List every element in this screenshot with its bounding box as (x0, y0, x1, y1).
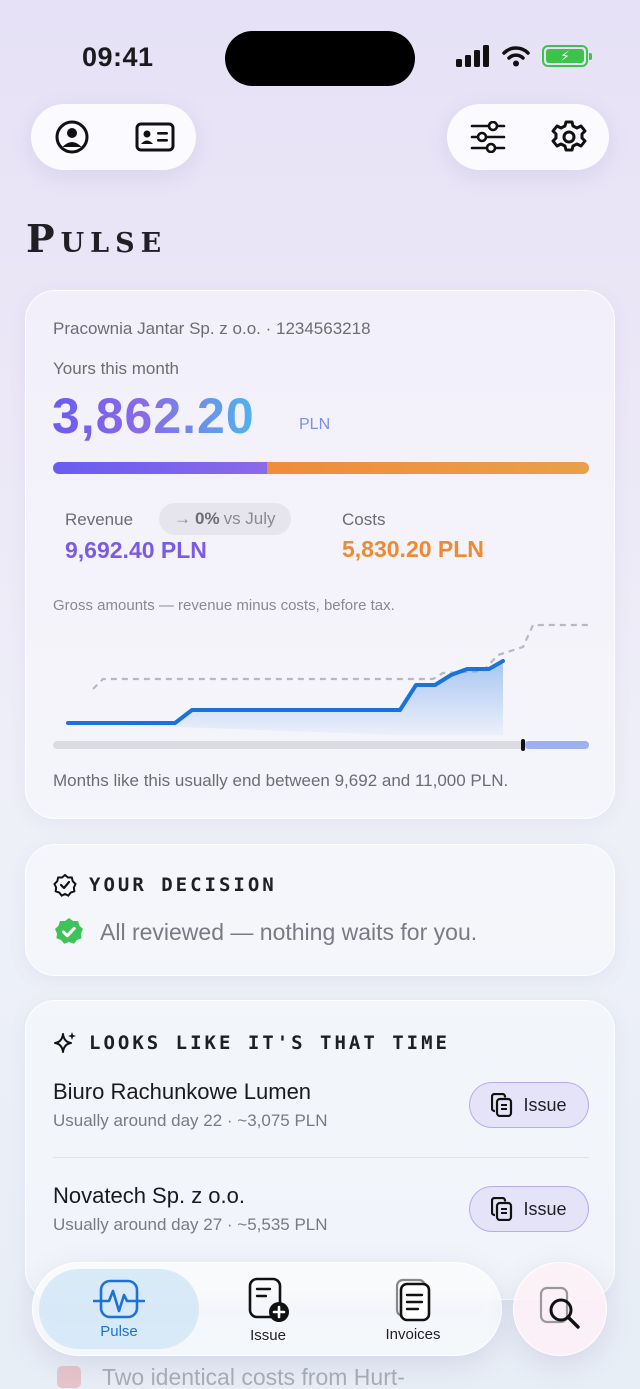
change-percent: 0% (195, 509, 220, 528)
pulse-icon (93, 1279, 145, 1318)
peek-card-text: Two identical costs from Hurt- (102, 1364, 405, 1389)
profile-icon (55, 120, 89, 154)
suggestions-header: LOOKS LIKE IT'S THAT TIME (53, 1031, 450, 1055)
timeline-today-marker (521, 739, 525, 751)
new-document-icon (248, 1277, 289, 1322)
settings-button[interactable] (547, 115, 591, 159)
month-label: Yours this month (53, 359, 179, 378)
pulse-card: Pracownia Jantar Sp. z o.o. · 1234563218… (25, 290, 615, 819)
costs-label: Costs (342, 510, 386, 529)
duplicate-warning-icon (57, 1366, 81, 1388)
amount-currency: PLN (299, 416, 331, 433)
tab-issue[interactable]: Issue (218, 1263, 318, 1357)
status-time: 09:41 (82, 42, 154, 72)
tab-issue-label: Issue (250, 1326, 286, 1344)
profile-button[interactable] (50, 115, 94, 159)
decision-status-text: All reviewed — nothing waits for you. (100, 918, 478, 945)
list-item: Biuro Rachunkowe Lumen Usually around da… (53, 1079, 589, 1131)
decision-header: YOUR DECISION (53, 873, 277, 897)
revenue-cost-bar (53, 462, 589, 474)
divider (53, 1157, 589, 1158)
filters-button[interactable] (466, 115, 510, 159)
change-suffix: vs July (223, 509, 276, 528)
status-icons: ⚡ (456, 45, 592, 67)
issue-button-label: Issue (523, 1094, 567, 1115)
tab-invoices[interactable]: Invoices (363, 1263, 463, 1357)
id-card-icon (135, 122, 175, 152)
issue-button[interactable]: Issue (469, 1082, 589, 1128)
cost-bar-segment (267, 462, 589, 474)
change-chip[interactable]: → 0% vs July (159, 503, 291, 535)
top-right-toolbar (447, 104, 609, 170)
revenue-label: Revenue (65, 510, 134, 529)
decision-card: YOUR DECISION All reviewed — nothing wai… (25, 844, 615, 976)
recurring-suggestions-card: LOOKS LIKE IT'S THAT TIME Biuro Rachunko… (25, 1000, 615, 1300)
tab-bar: Pulse Issue Invoices (32, 1262, 502, 1356)
documents-icon (491, 1197, 513, 1221)
battery-icon: ⚡ (542, 45, 592, 67)
sliders-icon (470, 121, 505, 153)
sparkles-icon (54, 1032, 76, 1053)
list-item: Novatech Sp. z o.o. Usually around day 2… (53, 1183, 589, 1235)
forecast-line (92, 623, 589, 690)
id-card-button[interactable] (133, 115, 177, 159)
forecast-note: Months like this usually end between 9,6… (53, 771, 509, 790)
top-left-toolbar (31, 104, 196, 170)
revenue-value: 9,692.40 PLN (65, 537, 207, 563)
verified-check-icon (55, 918, 83, 944)
documents-icon (395, 1278, 431, 1321)
suggestions-title: LOOKS LIKE IT'S THAT TIME (89, 1032, 450, 1054)
tab-pulse-label: Pulse (100, 1322, 138, 1340)
revenue-bar-segment (53, 462, 268, 474)
signal-icon (456, 45, 489, 67)
timeline-track (53, 741, 589, 749)
dynamic-island (225, 31, 415, 86)
trend-chart (53, 623, 589, 751)
timeline-forecast (525, 741, 589, 749)
monthly-amount: 3,862.20 (52, 388, 255, 444)
page-title: Pulse (26, 216, 168, 261)
document-search-icon (539, 1286, 580, 1329)
decision-title: YOUR DECISION (89, 874, 277, 896)
arrow-right-icon: → (174, 509, 191, 528)
documents-icon (491, 1093, 513, 1117)
costs-value: 5,830.20 PLN (342, 536, 484, 562)
decision-status: All reviewed — nothing waits for you. (54, 917, 477, 947)
search-documents-button[interactable] (513, 1262, 607, 1356)
gear-icon (551, 120, 586, 152)
tab-pulse[interactable]: Pulse (39, 1269, 199, 1349)
issue-button[interactable]: Issue (469, 1186, 589, 1232)
company-name: Pracownia Jantar Sp. z o.o. · 1234563218 (53, 319, 371, 338)
issue-button-label: Issue (523, 1198, 567, 1219)
badge-check-icon (53, 873, 77, 897)
gross-note: Gross amounts — revenue minus costs, bef… (53, 597, 395, 614)
wifi-icon (502, 46, 530, 67)
tab-invoices-label: Invoices (385, 1325, 441, 1343)
